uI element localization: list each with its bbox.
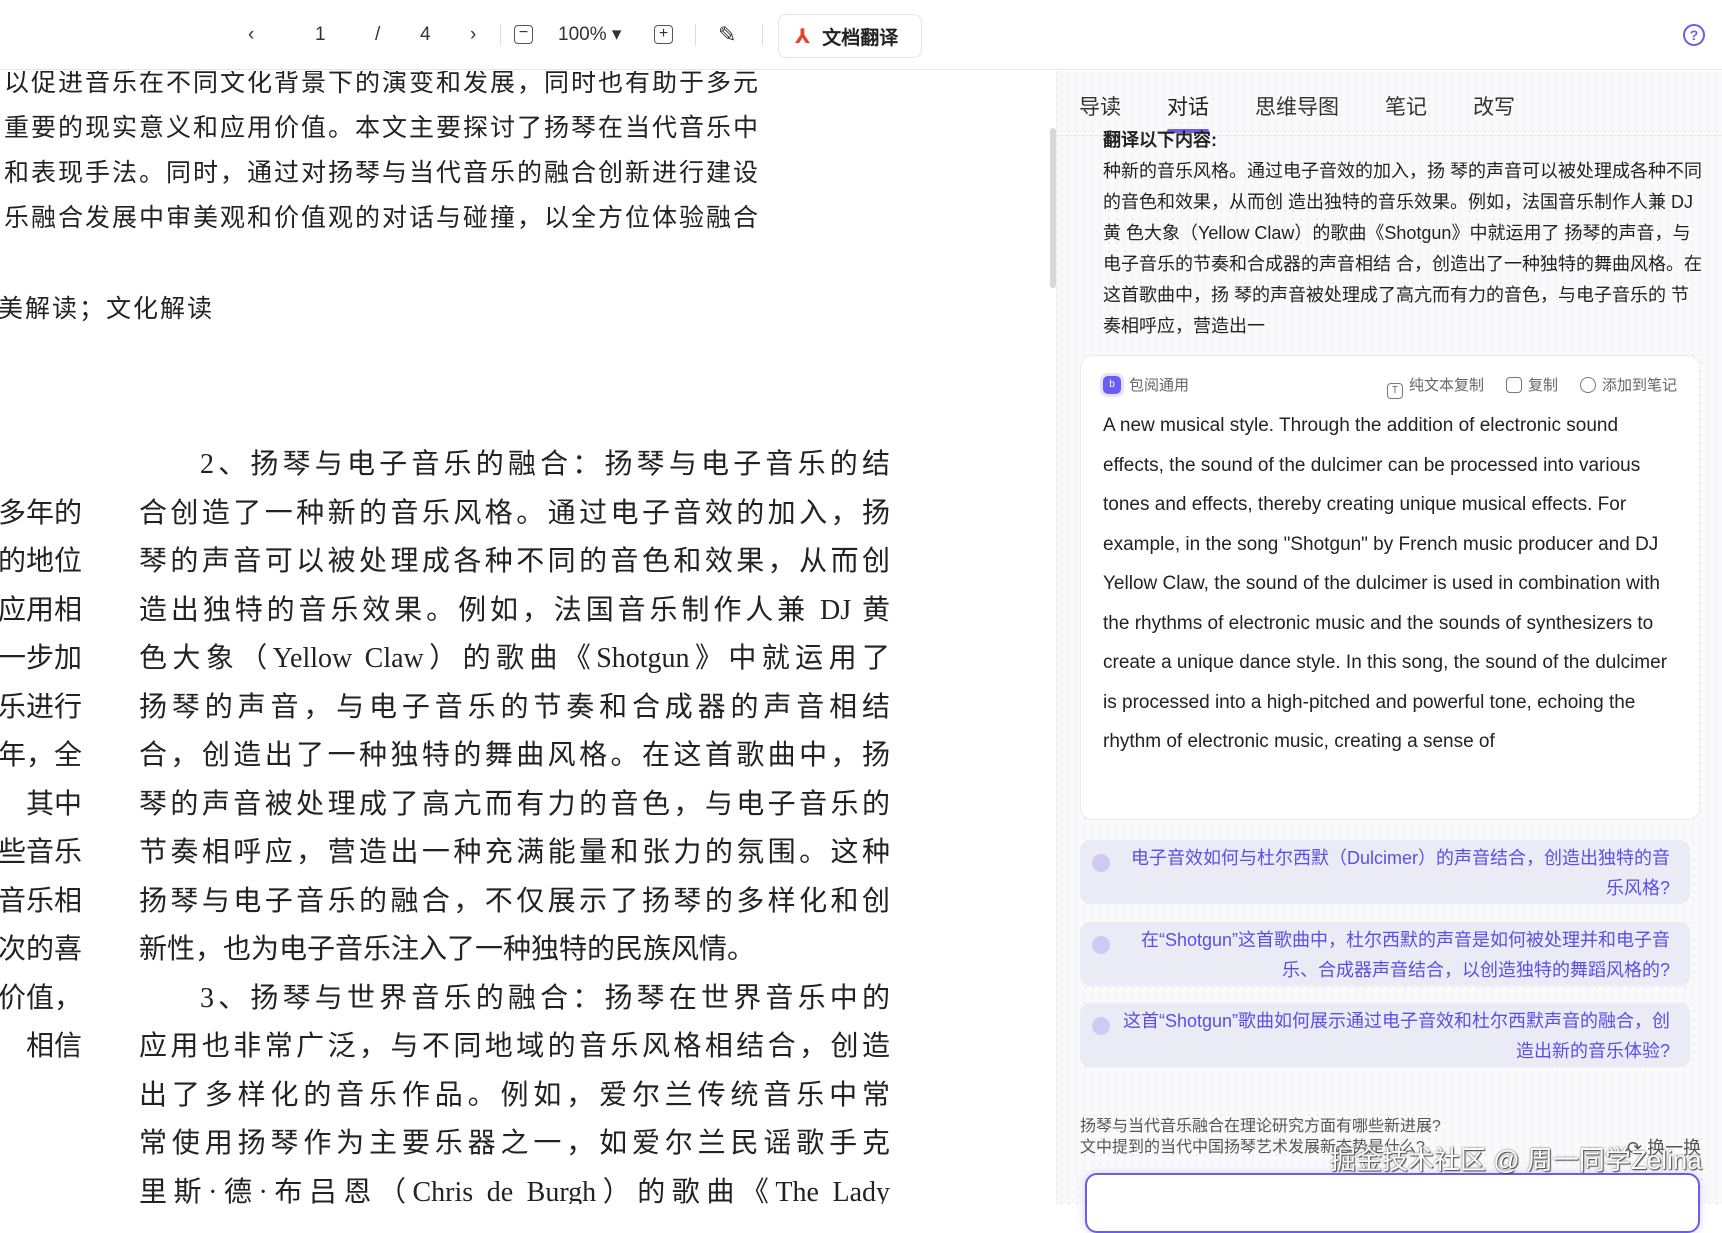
- followup-question[interactable]: 这首“Shotgun”歌曲如何展示通过电子音效和杜尔西默声音的融合，创造出新的音…: [1080, 1003, 1690, 1067]
- doc-text-line: 些音乐: [0, 830, 82, 870]
- page-number-input[interactable]: 1: [315, 22, 326, 48]
- answer-text: A new musical style. Through the additio…: [1103, 406, 1683, 762]
- doc-text-line: 里斯·德·布吕恩（Chris de Burgh）的歌曲《The Lady: [139, 1170, 890, 1205]
- chat-input[interactable]: [1085, 1173, 1700, 1233]
- answer-card: b 包阅通用 T 纯文本复制 复制 添加到笔记 A new musical sty…: [1080, 355, 1700, 820]
- document-view: 以促进音乐在不同文化背景下的演变和发展，同时也有助于多元重要的现实意义和应用价值…: [0, 71, 1050, 1204]
- doc-text-line: 造出独特的音乐效果。例如，法国音乐制作人兼 DJ 黄: [139, 588, 890, 628]
- chat-bubble-icon: [1092, 854, 1110, 872]
- query-label: 翻译以下内容:: [1103, 125, 1703, 156]
- doc-keywords: 美解读；文化解读: [0, 289, 214, 325]
- followup-question[interactable]: 电子音效如何与杜尔西默（Dulcimer）的声音结合，创造出独特的音乐风格?: [1080, 840, 1690, 904]
- divider: [695, 24, 696, 46]
- doc-text-line: 2、扬琴与电子音乐的融合：扬琴与电子音乐的结: [200, 442, 890, 482]
- doc-text-line: 出了多样化的音乐作品。例如，爱尔兰传统音乐中常: [139, 1073, 890, 1113]
- doc-text-line: 次的喜: [0, 927, 82, 967]
- document-translate-button[interactable]: ⅄ 文档翻译: [778, 14, 922, 58]
- doc-text-line: 多年的: [0, 491, 82, 531]
- model-label: b 包阅通用: [1103, 374, 1189, 395]
- doc-text-line: 琴的声音被处理成了高亢而有力的音色，与电子音乐的: [139, 782, 890, 822]
- doc-text-line: 应用相: [0, 588, 82, 628]
- doc-text-line: 的地位: [0, 539, 82, 579]
- add-note-button[interactable]: 添加到笔记: [1580, 374, 1677, 399]
- plain-copy-label: 纯文本复制: [1409, 377, 1484, 394]
- query-text: 种新的音乐风格。通过电子音效的加入，扬 琴的声音可以被处理成各种不同的音色和效果…: [1103, 156, 1703, 342]
- user-query: 翻译以下内容: 种新的音乐风格。通过电子音效的加入，扬 琴的声音可以被处理成各种…: [1103, 133, 1703, 342]
- doc-text-line: 扬琴的声音，与电子音乐的节奏和合成器的声音相结: [139, 685, 890, 725]
- doc-text-line: 琴的声音可以被处理成各种不同的音色和效果，从而创: [139, 539, 890, 579]
- copy-icon: [1506, 377, 1522, 393]
- help-icon[interactable]: ?: [1683, 24, 1705, 46]
- highlighter-icon[interactable]: ✎: [718, 22, 736, 48]
- doc-text-line: 新性，也为电子音乐注入了一种独特的民族风情。: [139, 927, 890, 967]
- note-icon: [1580, 377, 1596, 393]
- zoom-value: 100%: [558, 24, 607, 45]
- followup-text: 电子音效如何与杜尔西默（Dulcimer）的声音结合，创造出独特的音乐风格?: [1131, 848, 1670, 898]
- zoom-in-icon[interactable]: +: [654, 25, 673, 44]
- plain-copy-button[interactable]: T 纯文本复制: [1387, 374, 1484, 399]
- model-icon: b: [1103, 376, 1121, 394]
- doc-text-line: 和表现手法。同时，通过对扬琴与当代音乐的融合创新进行建设: [4, 153, 760, 189]
- doc-text-line: 价值，: [0, 976, 82, 1016]
- chat-bubble-icon: [1092, 936, 1110, 954]
- pdf-icon: ⅄: [795, 24, 810, 49]
- card-actions: T 纯文本复制 复制 添加到笔记: [1387, 374, 1677, 399]
- text-icon: T: [1387, 383, 1403, 399]
- prev-page-button[interactable]: ‹: [248, 22, 254, 48]
- doc-text-line: 合创造了一种新的音乐风格。通过电子音效的加入，扬: [139, 491, 890, 531]
- doc-text-line: 常使用扬琴作为主要乐器之一，如爱尔兰民谣歌手克: [139, 1121, 890, 1161]
- doc-text-line: 以促进音乐在不同文化背景下的演变和发展，同时也有助于多元: [4, 71, 760, 99]
- doc-text-line: 应用也非常广泛，与不同地域的音乐风格相结合，创造: [139, 1024, 890, 1064]
- doc-text-line: 乐进行: [0, 685, 82, 725]
- doc-text-line: 相信: [26, 1024, 82, 1064]
- zoom-out-icon[interactable]: −: [514, 25, 533, 44]
- followup-question[interactable]: 在“Shotgun”这首歌曲中，杜尔西默的声音是如何被处理并和电子音乐、合成器声…: [1080, 922, 1690, 986]
- add-note-label: 添加到笔记: [1602, 377, 1677, 394]
- doc-text-line: 乐融合发展中审美观和价值观的对话与碰撞，以全方位体验融合: [4, 198, 760, 234]
- zoom-select[interactable]: 100% ▾: [558, 22, 621, 48]
- toolbar: ‹ 1 / 4 › − 100% ▾ + ✎ ⅄ 文档翻译 ?: [0, 0, 1722, 70]
- doc-text-line: 色大象（Yellow Claw）的歌曲《Shotgun》中就运用了: [139, 636, 890, 676]
- watermark: 掘金技术社区 @ 周一同学Zelina: [1330, 1140, 1702, 1177]
- next-page-button[interactable]: ›: [470, 22, 476, 48]
- doc-text-line: 3、扬琴与世界音乐的融合：扬琴在世界音乐中的: [200, 976, 890, 1016]
- doc-text-line: 其中: [26, 782, 82, 822]
- model-name: 包阅通用: [1129, 374, 1189, 395]
- total-pages: 4: [420, 22, 431, 48]
- doc-text-line: 年，全: [0, 733, 82, 773]
- doc-text-line: 扬琴与电子音乐的融合，不仅展示了扬琴的多样化和创: [139, 879, 890, 919]
- divider: [762, 24, 763, 46]
- copy-label: 复制: [1528, 377, 1558, 394]
- page-separator: /: [375, 22, 380, 48]
- copy-button[interactable]: 复制: [1506, 374, 1558, 399]
- followup-text: 这首“Shotgun”歌曲如何展示通过电子音效和杜尔西默声音的融合，创造出新的音…: [1123, 1011, 1670, 1061]
- doc-text-line: 节奏相呼应，营造出一种充满能量和张力的氛围。这种: [139, 830, 890, 870]
- translate-label: 文档翻译: [822, 23, 898, 50]
- doc-text-line: 合，创造出了一种独特的舞曲风格。在这首歌曲中，扬: [139, 733, 890, 773]
- chat-bubble-icon: [1092, 1017, 1110, 1035]
- followup-text: 在“Shotgun”这首歌曲中，杜尔西默的声音是如何被处理并和电子音乐、合成器声…: [1141, 930, 1670, 980]
- doc-text-line: 一步加: [0, 636, 82, 676]
- doc-text-line: 音乐相: [0, 879, 82, 919]
- divider: [500, 24, 501, 46]
- ai-panel: 导读对话思维导图笔记改写 翻译以下内容: 种新的音乐风格。通过电子音效的加入，扬…: [1057, 71, 1722, 1204]
- doc-text-line: 重要的现实意义和应用价值。本文主要探讨了扬琴在当代音乐中: [4, 108, 760, 144]
